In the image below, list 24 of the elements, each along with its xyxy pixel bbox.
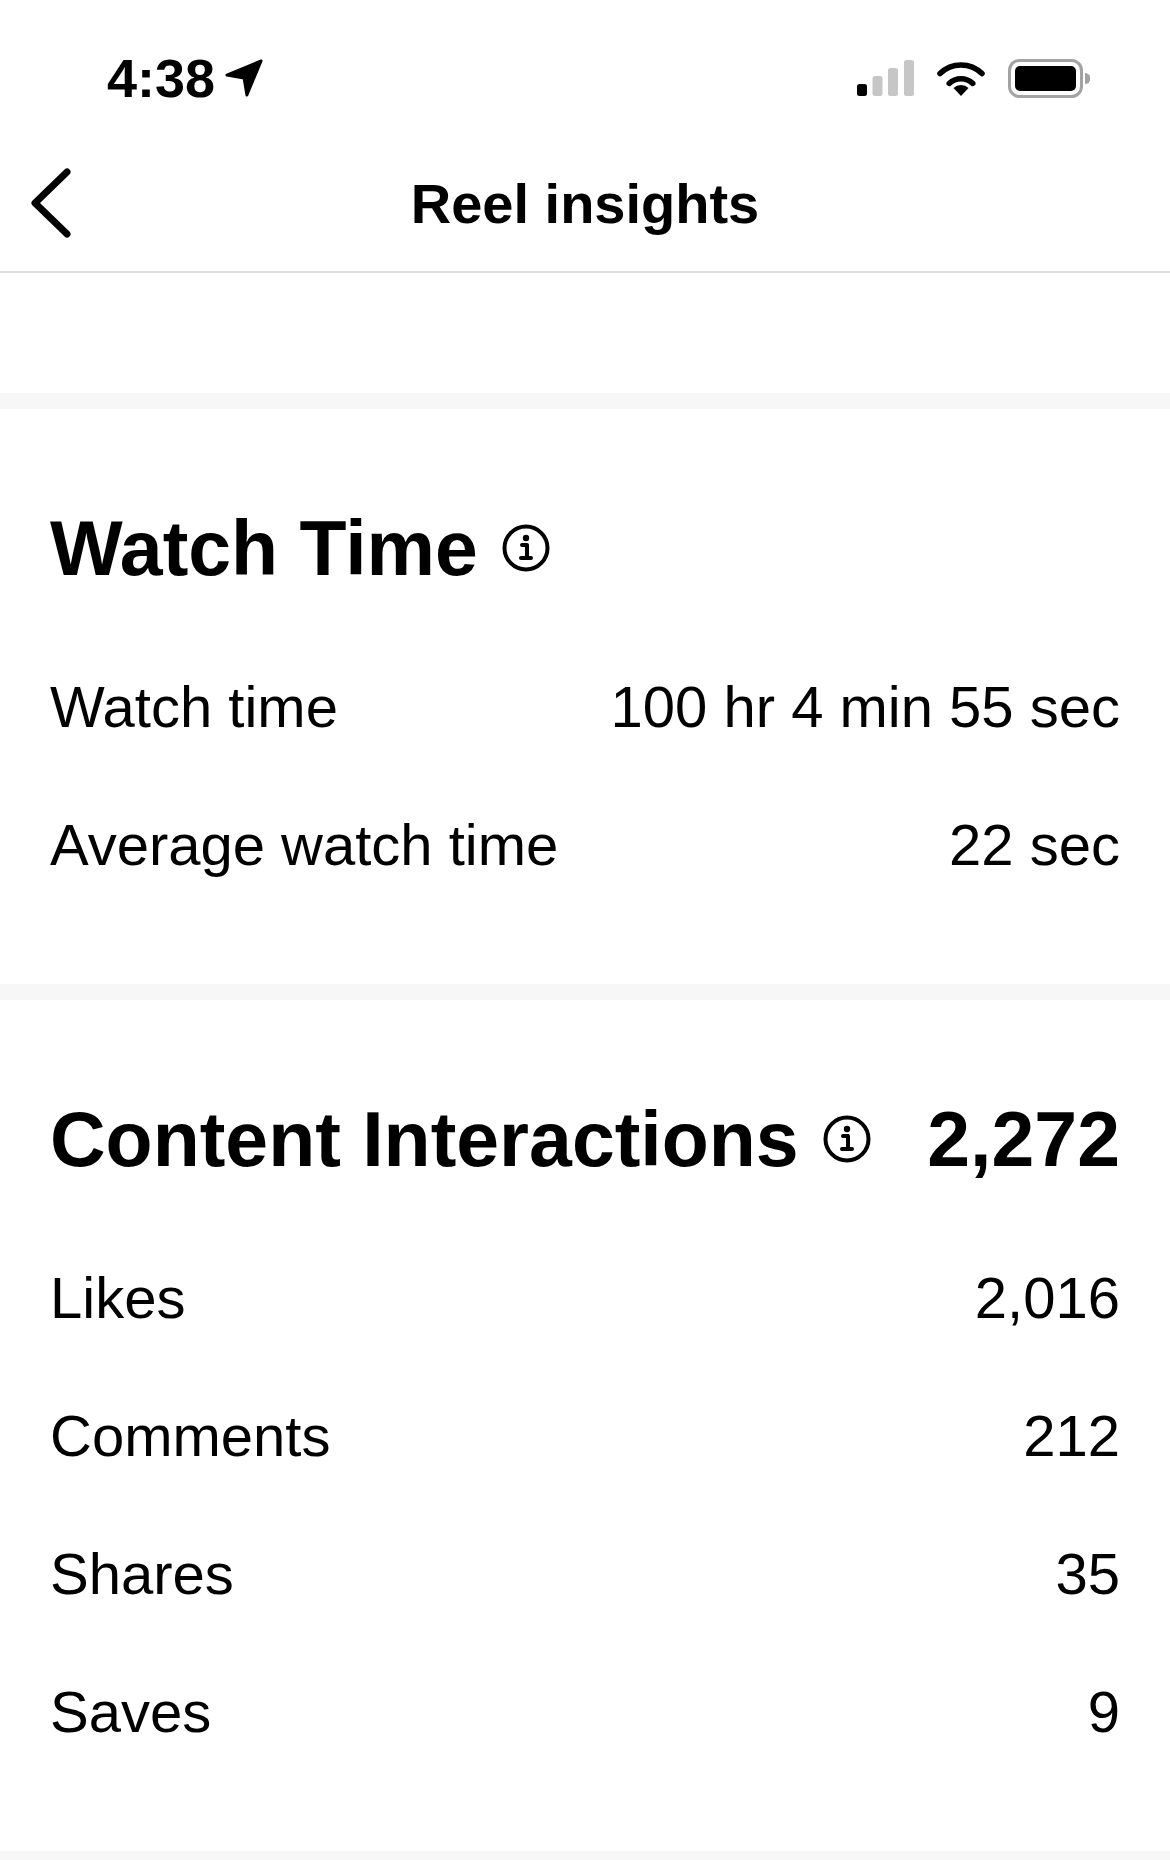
metric-value: 35 [1055,1540,1120,1609]
page-title: Reel insights [410,170,760,237]
metric-value: 22 sec [949,811,1120,880]
section-title: Watch Time [50,503,478,593]
wifi-icon [936,60,986,96]
metric-label: Likes [50,1264,186,1333]
metric-value: 212 [1023,1402,1120,1471]
metric-label: Comments [50,1402,331,1471]
section-title: Content Interactions [50,1094,799,1184]
metric-value: 2,016 [974,1264,1120,1333]
metric-value: 100 hr 4 min 55 sec [610,673,1120,742]
metric-label: Shares [50,1540,234,1609]
info-icon[interactable] [501,524,550,572]
signal-icon [857,60,914,96]
info-icon[interactable] [822,1115,871,1163]
metric-label: Watch time [50,673,338,742]
metric-value: 9 [1087,1678,1120,1747]
metric-label: Saves [50,1678,212,1747]
location-arrow-icon [225,59,264,97]
battery-icon [1008,58,1090,98]
chevron-left-icon[interactable] [30,167,72,239]
section-total: 2,272 [927,1094,1120,1184]
metric-label: Average watch time [50,811,559,880]
status-time: 4:38 [107,51,216,105]
